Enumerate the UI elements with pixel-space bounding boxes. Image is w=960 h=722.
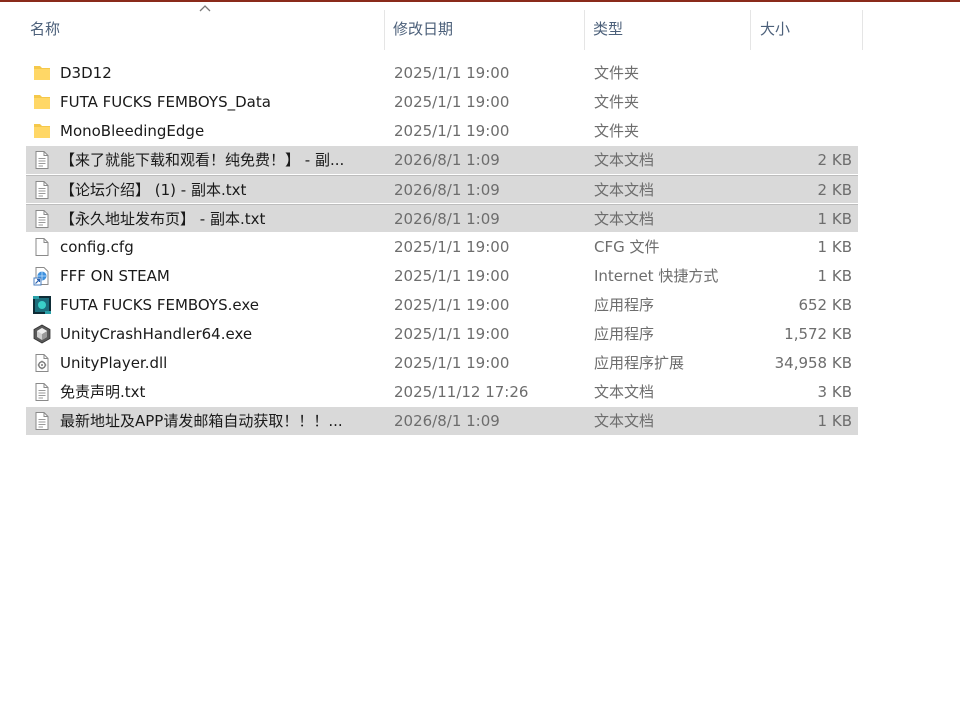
folder-icon — [32, 92, 52, 112]
file-row[interactable]: 【论坛介绍】 (1) - 副本.txt 2026/8/1 1:09 文本文档 2 KB — [26, 175, 858, 203]
file-row[interactable]: UnityPlayer.dll 2025/1/1 19:00 应用程序扩展 34,95… — [26, 349, 858, 377]
file-type: 文件夹 — [594, 93, 640, 111]
file-type: 应用程序扩展 — [594, 354, 685, 372]
file-type: 文本文档 — [594, 151, 655, 169]
file-size: 652 KB — [798, 296, 852, 314]
file-type: 文本文档 — [594, 412, 655, 430]
file-size: 1 KB — [817, 238, 852, 256]
file-name: 【来了就能下载和观看！纯免费！】 - 副... — [60, 151, 345, 169]
file-date-modified: 2026/8/1 1:09 — [394, 151, 500, 169]
file-name: MonoBleedingEdge — [60, 122, 205, 140]
file-date-modified: 2026/8/1 1:09 — [394, 181, 500, 199]
file-date-modified: 2025/1/1 19:00 — [394, 354, 510, 372]
file-date-modified: 2025/1/1 19:00 — [394, 267, 510, 285]
file-date-modified: 2025/1/1 19:00 — [394, 296, 510, 314]
file-size: 34,958 KB — [774, 354, 852, 372]
file-date-modified: 2025/1/1 19:00 — [394, 64, 510, 82]
game-exe-icon — [32, 295, 52, 315]
column-header-type[interactable]: 类型 — [585, 10, 751, 50]
file-date-modified: 2025/1/1 19:00 — [394, 325, 510, 343]
file-list-view: 名称 修改日期 类型 大小 D3D12 2025/1/1 19:00 文件夹 FUTA… — [0, 2, 960, 722]
file-row[interactable]: FUTA FUCKS FEMBOYS.exe 2025/1/1 19:00 应用程序… — [26, 291, 858, 319]
file-row[interactable]: FUTA FUCKS FEMBOYS_Data 2025/1/1 19:00 文件夹 — [26, 88, 858, 116]
file-size: 1,572 KB — [784, 325, 852, 343]
file-name: config.cfg — [60, 238, 134, 256]
file-type: 文本文档 — [594, 210, 655, 228]
file-size: 1 KB — [817, 412, 852, 430]
file-date-modified: 2025/11/12 17:26 — [394, 383, 529, 401]
file-date-modified: 2026/8/1 1:09 — [394, 412, 500, 430]
dll-file-icon — [32, 353, 52, 373]
text-file-icon — [32, 209, 52, 229]
file-name: D3D12 — [60, 64, 112, 82]
file-size — [756, 117, 852, 145]
file-name: 免责声明.txt — [60, 383, 146, 401]
column-header-bar: 名称 修改日期 类型 大小 — [0, 5, 864, 50]
file-date-modified: 2026/8/1 1:09 — [394, 210, 500, 228]
unity-exe-icon — [32, 324, 52, 344]
file-type: 文件夹 — [594, 122, 640, 140]
file-size: 1 KB — [817, 267, 852, 285]
file-size: 2 KB — [817, 181, 852, 199]
file-size: 1 KB — [817, 210, 852, 228]
text-file-icon — [32, 180, 52, 200]
file-row[interactable]: MonoBleedingEdge 2025/1/1 19:00 文件夹 — [26, 117, 858, 145]
column-header-name[interactable]: 名称 — [22, 10, 384, 50]
file-row[interactable]: D3D12 2025/1/1 19:00 文件夹 — [26, 59, 858, 87]
file-type: 文本文档 — [594, 181, 655, 199]
internet-shortcut-icon — [32, 266, 52, 286]
folder-icon — [32, 63, 52, 83]
column-divider[interactable] — [750, 10, 751, 50]
file-date-modified: 2025/1/1 19:00 — [394, 238, 510, 256]
file-type: 文件夹 — [594, 64, 640, 82]
file-row[interactable]: 免责声明.txt 2025/11/12 17:26 文本文档 3 KB — [26, 378, 858, 406]
file-name: 【永久地址发布页】 - 副本.txt — [60, 210, 266, 228]
file-name: 【论坛介绍】 (1) - 副本.txt — [60, 181, 247, 199]
file-size — [756, 88, 852, 116]
file-name: UnityCrashHandler64.exe — [60, 325, 253, 343]
file-row[interactable]: 最新地址及APP请发邮箱自动获取！！！... 2026/8/1 1:09 文本文档 1… — [26, 407, 858, 435]
text-file-icon — [32, 382, 52, 402]
file-name: 最新地址及APP请发邮箱自动获取！！！... — [60, 412, 343, 430]
file-type: 应用程序 — [594, 325, 655, 343]
file-row[interactable]: 【永久地址发布页】 - 副本.txt 2026/8/1 1:09 文本文档 1 KB — [26, 204, 858, 232]
file-name: FUTA FUCKS FEMBOYS.exe — [60, 296, 259, 314]
file-size: 2 KB — [817, 151, 852, 169]
file-name: UnityPlayer.dll — [60, 354, 168, 372]
file-date-modified: 2025/1/1 19:00 — [394, 122, 510, 140]
file-date-modified: 2025/1/1 19:00 — [394, 93, 510, 111]
file-type: 文本文档 — [594, 383, 655, 401]
text-file-icon — [32, 411, 52, 431]
text-file-icon — [32, 150, 52, 170]
file-type: 应用程序 — [594, 296, 655, 314]
file-size: 3 KB — [817, 383, 852, 401]
file-type: Internet 快捷方式 — [594, 267, 719, 285]
column-header-date[interactable]: 修改日期 — [385, 10, 585, 50]
file-size — [756, 59, 852, 87]
file-row[interactable]: 【来了就能下载和观看！纯免费！】 - 副... 2026/8/1 1:09 文本文档… — [26, 146, 858, 174]
column-divider[interactable] — [862, 10, 863, 50]
folder-icon — [32, 121, 52, 141]
file-type: CFG 文件 — [594, 238, 660, 256]
file-name: FUTA FUCKS FEMBOYS_Data — [60, 93, 271, 111]
column-header-size[interactable]: 大小 — [752, 10, 863, 50]
file-name: FFF ON STEAM — [60, 267, 170, 285]
blank-file-icon — [32, 237, 52, 257]
file-row[interactable]: config.cfg 2025/1/1 19:00 CFG 文件 1 KB — [26, 233, 858, 261]
file-row[interactable]: FFF ON STEAM 2025/1/1 19:00 Internet 快捷方式 1… — [26, 262, 858, 290]
file-row[interactable]: UnityCrashHandler64.exe 2025/1/1 19:00 应用程… — [26, 320, 858, 348]
